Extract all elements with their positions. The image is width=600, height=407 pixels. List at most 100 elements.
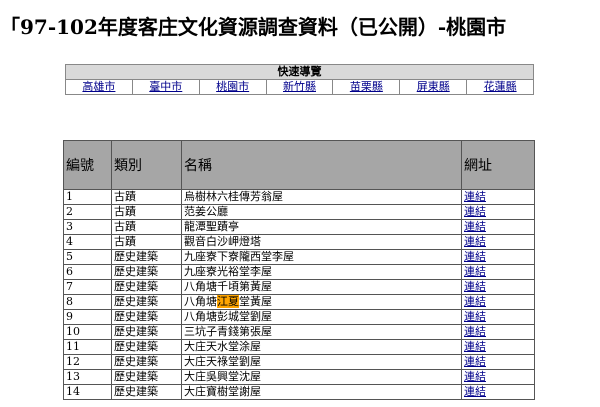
row-url-cell: 連結 — [461, 384, 535, 400]
highlighted-text: 江夏 — [217, 295, 239, 308]
row-url-cell: 連結 — [461, 234, 535, 250]
table-row: 10 歷史建築 三坑子青錢第張屋 連結 — [63, 324, 535, 340]
row-name: 九座寮光裕堂李屋 — [181, 264, 462, 280]
row-link[interactable]: 連結 — [464, 266, 486, 279]
nav-link-miaoli[interactable]: 苗栗縣 — [333, 80, 401, 94]
row-link[interactable]: 連結 — [464, 371, 486, 384]
row-name-part: 八角塘 — [184, 295, 217, 309]
row-category: 古蹟 — [111, 219, 182, 235]
col-header-number: 編號 — [63, 140, 112, 190]
row-category: 歷史建築 — [111, 384, 182, 400]
col-header-category: 類別 — [111, 140, 182, 190]
row-link[interactable]: 連結 — [464, 221, 486, 234]
row-name: 三坑子青錢第張屋 — [181, 324, 462, 340]
row-name: 大庄寶樹堂謝屋 — [181, 384, 462, 400]
row-category: 歷史建築 — [111, 309, 182, 325]
nav-link-pingtung[interactable]: 屏東縣 — [400, 80, 468, 94]
row-name-part: 堂黃屋 — [239, 295, 272, 309]
row-link[interactable]: 連結 — [464, 311, 486, 324]
row-number: 4 — [63, 234, 112, 250]
row-url-cell: 連結 — [461, 219, 535, 235]
row-number: 3 — [63, 219, 112, 235]
row-name: 烏樹林六桂傳芳翁屋 — [181, 189, 462, 205]
row-url-cell: 連結 — [461, 354, 535, 370]
row-url-cell: 連結 — [461, 279, 535, 295]
row-url-cell: 連結 — [461, 369, 535, 385]
row-link[interactable]: 連結 — [464, 341, 486, 354]
table-row: 4 古蹟 觀音白沙岬燈塔 連結 — [63, 234, 535, 250]
col-header-name: 名稱 — [181, 140, 462, 190]
nav-link-taichung[interactable]: 臺中市 — [133, 80, 200, 94]
row-name: 八角塘江夏堂黃屋 — [181, 294, 462, 310]
row-number: 6 — [63, 264, 112, 280]
row-link[interactable]: 連結 — [464, 281, 486, 294]
resource-table: 編號 類別 名稱 網址 1 古蹟 烏樹林六桂傳芳翁屋 連結 2 古蹟 范姜公廳 連結 3 古蹟 龍潭… — [63, 140, 535, 400]
table-header-row: 編號 類別 名稱 網址 — [63, 140, 535, 190]
row-name: 大庄天水堂涂屋 — [181, 339, 462, 355]
row-number: 12 — [63, 354, 112, 370]
row-url-cell: 連結 — [461, 249, 535, 265]
nav-link-hualien[interactable]: 花蓮縣 — [467, 80, 533, 94]
row-category: 歷史建築 — [111, 339, 182, 355]
row-number: 10 — [63, 324, 112, 340]
table-row: 5 歷史建築 九座寮下寮隴西堂李屋 連結 — [63, 249, 535, 265]
row-category: 歷史建築 — [111, 264, 182, 280]
table-row: 6 歷史建築 九座寮光裕堂李屋 連結 — [63, 264, 535, 280]
table-row: 14 歷史建築 大庄寶樹堂謝屋 連結 — [63, 384, 535, 400]
row-number: 9 — [63, 309, 112, 325]
table-row: 8 歷史建築 八角塘江夏堂黃屋 連結 — [63, 294, 535, 310]
row-category: 歷史建築 — [111, 354, 182, 370]
col-header-url: 網址 — [461, 140, 535, 190]
table-row: 9 歷史建築 八角塘彭城堂劉屋 連結 — [63, 309, 535, 325]
row-category: 歷史建築 — [111, 369, 182, 385]
quick-nav-links: 高雄市 臺中市 桃園市 新竹縣 苗栗縣 屏東縣 花蓮縣 — [66, 80, 533, 94]
row-url-cell: 連結 — [461, 309, 535, 325]
table-row: 1 古蹟 烏樹林六桂傳芳翁屋 連結 — [63, 189, 535, 205]
row-url-cell: 連結 — [461, 339, 535, 355]
row-url-cell: 連結 — [461, 324, 535, 340]
row-number: 13 — [63, 369, 112, 385]
table-row: 2 古蹟 范姜公廳 連結 — [63, 204, 535, 220]
row-name: 八角塘千頃第黃屋 — [181, 279, 462, 295]
row-category: 歷史建築 — [111, 294, 182, 310]
table-row: 3 古蹟 龍潭聖蹟亭 連結 — [63, 219, 535, 235]
row-category: 歷史建築 — [111, 279, 182, 295]
row-link[interactable]: 連結 — [464, 251, 486, 264]
table-row: 13 歷史建築 大庄吳興堂沈屋 連結 — [63, 369, 535, 385]
quick-nav-header: 快速導覽 — [65, 64, 534, 80]
row-link[interactable]: 連結 — [464, 296, 486, 309]
nav-link-hsinchu[interactable]: 新竹縣 — [267, 80, 334, 94]
page-title: 「97-102年度客庄文化資源調查資料（已公開）-桃園市 — [0, 15, 507, 39]
quick-nav: 快速導覽 高雄市 臺中市 桃園市 新竹縣 苗栗縣 屏東縣 花蓮縣 — [65, 64, 534, 95]
row-name: 八角塘彭城堂劉屋 — [181, 309, 462, 325]
row-url-cell: 連結 — [461, 264, 535, 280]
row-number: 1 — [63, 189, 112, 205]
row-link[interactable]: 連結 — [464, 191, 486, 204]
row-name: 觀音白沙岬燈塔 — [181, 234, 462, 250]
row-link[interactable]: 連結 — [464, 236, 486, 249]
nav-link-kaohsiung[interactable]: 高雄市 — [66, 80, 133, 94]
row-category: 古蹟 — [111, 204, 182, 220]
row-link[interactable]: 連結 — [464, 386, 486, 399]
row-name: 大庄吳興堂沈屋 — [181, 369, 462, 385]
table-row: 11 歷史建築 大庄天水堂涂屋 連結 — [63, 339, 535, 355]
row-name: 九座寮下寮隴西堂李屋 — [181, 249, 462, 265]
row-link[interactable]: 連結 — [464, 206, 486, 219]
table-row: 7 歷史建築 八角塘千頃第黃屋 連結 — [63, 279, 535, 295]
row-category: 古蹟 — [111, 234, 182, 250]
row-number: 5 — [63, 249, 112, 265]
row-url-cell: 連結 — [461, 294, 535, 310]
row-name: 龍潭聖蹟亭 — [181, 219, 462, 235]
row-number: 14 — [63, 384, 112, 400]
row-link[interactable]: 連結 — [464, 326, 486, 339]
row-category: 歷史建築 — [111, 249, 182, 265]
row-url-cell: 連結 — [461, 189, 535, 205]
row-category: 古蹟 — [111, 189, 182, 205]
nav-link-taoyuan[interactable]: 桃園市 — [200, 80, 267, 94]
row-url-cell: 連結 — [461, 204, 535, 220]
row-name: 大庄天祿堂劉屋 — [181, 354, 462, 370]
row-number: 8 — [63, 294, 112, 310]
row-link[interactable]: 連結 — [464, 356, 486, 369]
row-number: 7 — [63, 279, 112, 295]
row-name: 范姜公廳 — [181, 204, 462, 220]
